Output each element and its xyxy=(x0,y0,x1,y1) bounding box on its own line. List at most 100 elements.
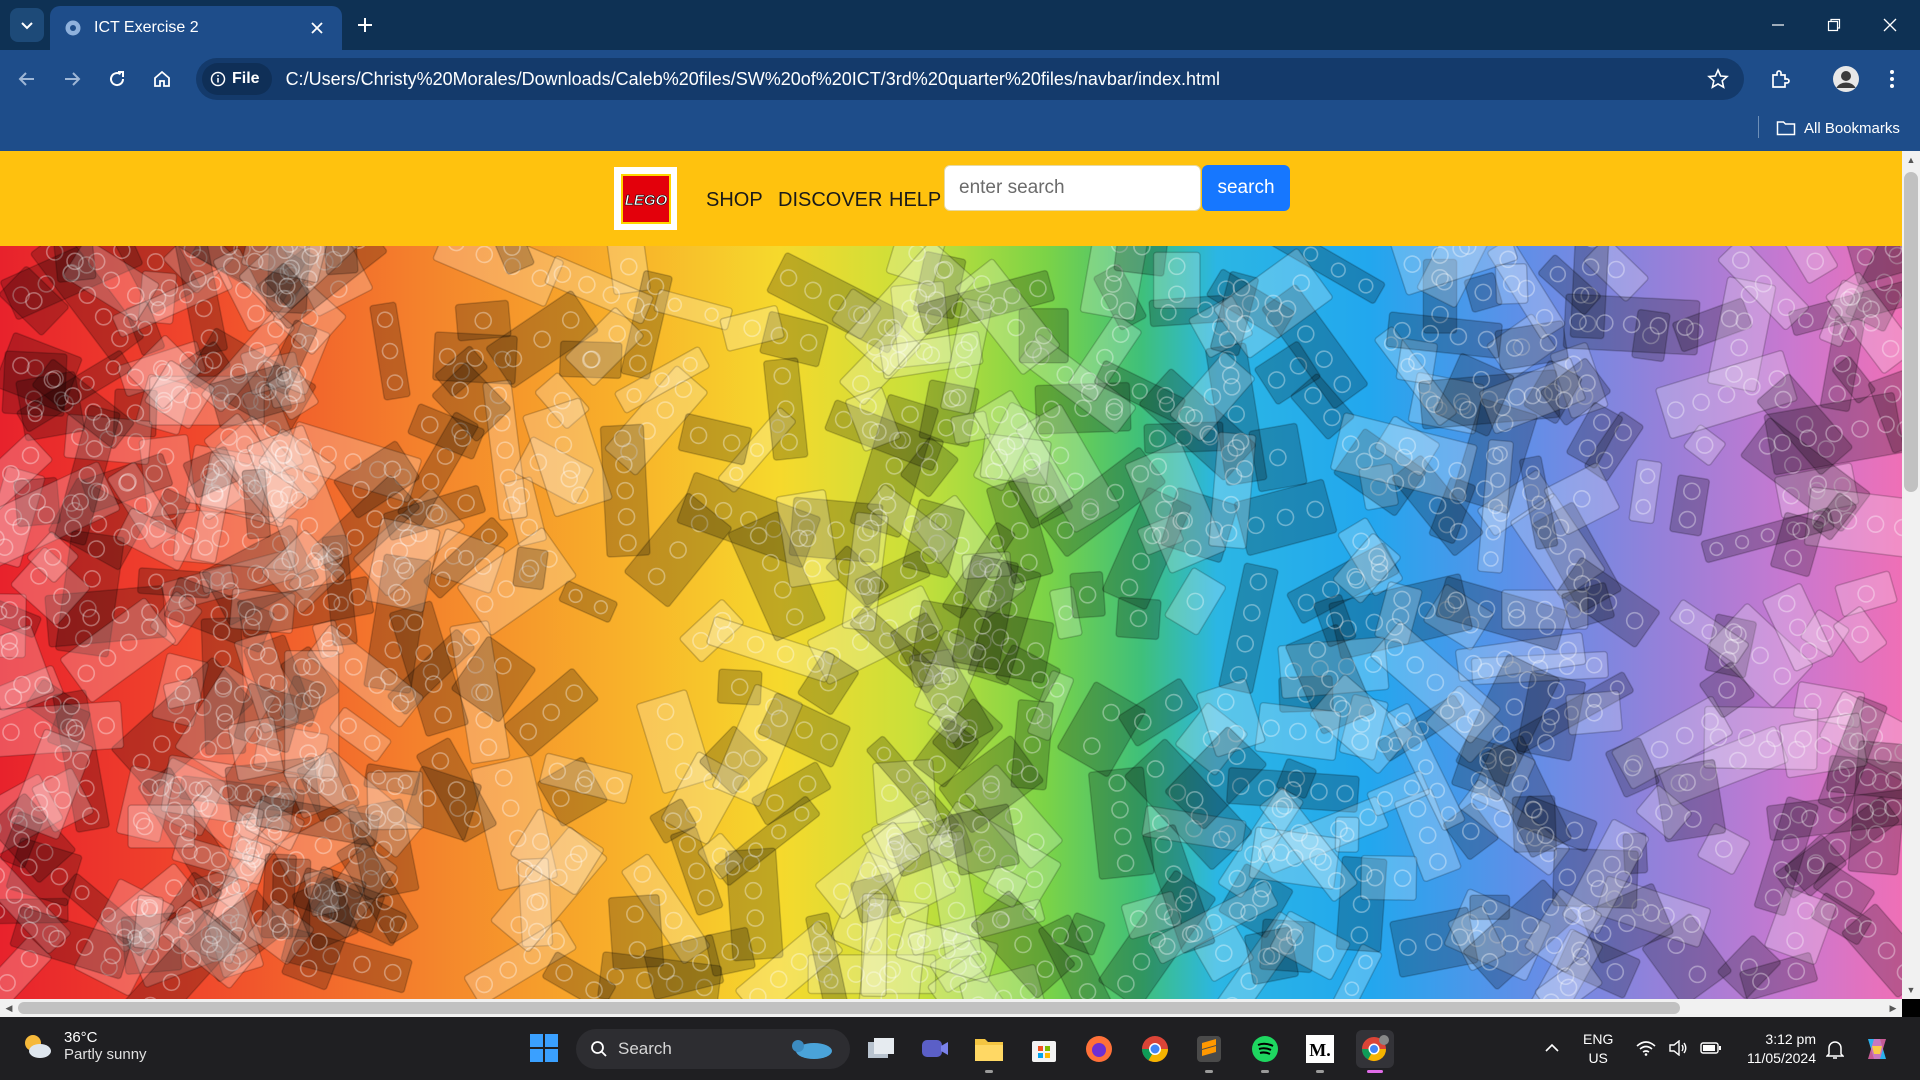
medium-icon: M. xyxy=(1306,1035,1334,1063)
active-indicator xyxy=(1367,1070,1383,1073)
globe-icon xyxy=(65,20,81,36)
home-icon xyxy=(154,70,170,87)
bell-icon xyxy=(1825,1041,1845,1059)
scroll-right-icon[interactable]: ▶ xyxy=(1884,999,1902,1017)
chrome-icon xyxy=(1141,1036,1169,1063)
meet-app[interactable] xyxy=(916,1030,954,1068)
sublime-text-app[interactable] xyxy=(1190,1030,1228,1073)
minimize-icon xyxy=(1772,24,1784,26)
volume-icon xyxy=(1669,1040,1687,1056)
site-navbar: LEGO SHOP DISCOVER HELP search xyxy=(0,151,1902,246)
minimize-button[interactable] xyxy=(1750,0,1806,50)
notifications-button[interactable] xyxy=(1825,1040,1845,1065)
language-label: ENG xyxy=(1583,1031,1614,1047)
file-explorer-app[interactable] xyxy=(970,1030,1008,1073)
search-button[interactable]: search xyxy=(1202,165,1290,211)
new-tab-button[interactable] xyxy=(350,10,380,40)
restore-button[interactable] xyxy=(1806,0,1862,50)
close-window-button[interactable] xyxy=(1862,0,1918,50)
site-info-chip[interactable]: File xyxy=(202,63,272,95)
bookmark-star-icon[interactable] xyxy=(1706,67,1730,91)
address-bar[interactable]: File C:/Users/Christy%20Morales/Download… xyxy=(196,58,1744,100)
close-icon xyxy=(1883,18,1897,32)
puzzle-icon xyxy=(1772,70,1790,88)
running-indicator xyxy=(1261,1070,1269,1073)
chevron-up-icon xyxy=(1545,1043,1559,1052)
running-indicator xyxy=(1205,1070,1213,1073)
lego-logo-text: LEGO xyxy=(624,192,667,209)
close-icon[interactable] xyxy=(306,17,328,39)
forward-button[interactable] xyxy=(54,61,90,97)
show-hidden-icons-button[interactable] xyxy=(1544,1040,1560,1061)
firefox-app[interactable] xyxy=(1080,1030,1118,1068)
menu-button[interactable] xyxy=(1874,61,1910,97)
info-icon xyxy=(210,71,226,87)
folder-icon xyxy=(975,1039,1003,1061)
url-text[interactable]: C:/Users/Christy%20Morales/Downloads/Cal… xyxy=(286,69,1220,90)
sublime-text-icon xyxy=(1197,1036,1221,1062)
microsoft-store-app[interactable] xyxy=(1025,1030,1063,1068)
bookmarks-bar xyxy=(0,108,1920,151)
weather-description: Partly sunny xyxy=(64,1046,147,1063)
chevron-down-icon xyxy=(21,22,33,30)
video-chat-icon xyxy=(922,1040,948,1057)
arrow-right-icon xyxy=(65,72,81,86)
reload-button[interactable] xyxy=(99,61,135,97)
region-label: US xyxy=(1588,1050,1608,1066)
web-page: LEGO SHOP DISCOVER HELP search xyxy=(0,151,1902,999)
weather-widget[interactable]: 36°C Partly sunny xyxy=(20,1029,147,1063)
system-tray-icons[interactable] xyxy=(1636,1040,1722,1056)
wifi-icon xyxy=(1636,1041,1656,1056)
back-button[interactable] xyxy=(9,61,45,97)
clock-date: 11/05/2024 xyxy=(1746,1050,1816,1066)
scroll-left-icon[interactable]: ◀ xyxy=(0,999,18,1017)
extensions-button[interactable] xyxy=(1762,61,1798,97)
search-icon xyxy=(591,1041,607,1057)
firefox-icon xyxy=(1086,1036,1112,1062)
arrow-left-icon xyxy=(18,72,34,86)
store-icon xyxy=(1032,1041,1056,1062)
spotify-app[interactable] xyxy=(1246,1030,1284,1073)
search-input[interactable] xyxy=(944,165,1201,211)
battery-icon xyxy=(1700,1042,1721,1054)
running-indicator xyxy=(1316,1070,1324,1073)
svg-text:M.: M. xyxy=(1309,1040,1331,1060)
lego-logo[interactable]: LEGO xyxy=(614,167,677,230)
profile-button[interactable] xyxy=(1828,61,1864,97)
chrome-profile-app[interactable] xyxy=(1356,1030,1394,1073)
clock[interactable]: 3:12 pm 11/05/2024 xyxy=(1738,1030,1816,1068)
all-bookmarks-button[interactable]: All Bookmarks xyxy=(1776,114,1900,142)
tab-title: ICT Exercise 2 xyxy=(94,19,199,36)
file-label: File xyxy=(232,70,260,87)
copilot-button[interactable] xyxy=(1862,1034,1892,1069)
restore-icon xyxy=(1827,18,1841,32)
all-bookmarks-label: All Bookmarks xyxy=(1804,119,1900,137)
avatar xyxy=(1833,66,1859,92)
medium-app[interactable]: M. xyxy=(1301,1030,1339,1073)
chrome-profile-icon xyxy=(1362,1035,1389,1062)
folder-icon xyxy=(1776,121,1796,136)
windows-start-icon[interactable] xyxy=(528,1032,560,1064)
home-button[interactable] xyxy=(144,61,180,97)
windows-taskbar xyxy=(0,1017,1920,1080)
scroll-down-icon[interactable]: ▼ xyxy=(1902,981,1920,999)
taskbar-search-label: Search xyxy=(618,1039,672,1058)
clock-time: 3:12 pm xyxy=(1765,1031,1816,1047)
tab-search-button[interactable] xyxy=(10,8,44,42)
vertical-scroll-thumb[interactable] xyxy=(1904,172,1918,492)
chrome-app[interactable] xyxy=(1136,1030,1174,1068)
task-view-app[interactable] xyxy=(862,1030,900,1068)
scroll-up-icon[interactable]: ▲ xyxy=(1902,151,1920,169)
nav-link-shop[interactable]: SHOP xyxy=(706,189,763,212)
lego-logo-icon: LEGO xyxy=(620,173,671,224)
taskbar-search[interactable]: Search xyxy=(576,1029,850,1069)
nav-link-help[interactable]: HELP xyxy=(889,189,941,212)
weather-temperature: 36°C xyxy=(64,1029,98,1046)
horizontal-scroll-thumb[interactable] xyxy=(18,1002,1680,1014)
tab-active[interactable]: ICT Exercise 2 xyxy=(50,6,342,50)
nav-link-discover[interactable]: DISCOVER xyxy=(778,189,882,212)
partly-sunny-icon xyxy=(25,1035,51,1058)
reload-icon xyxy=(110,71,125,87)
language-indicator[interactable]: ENG US xyxy=(1583,1030,1613,1068)
kebab-menu-icon xyxy=(1890,70,1894,88)
